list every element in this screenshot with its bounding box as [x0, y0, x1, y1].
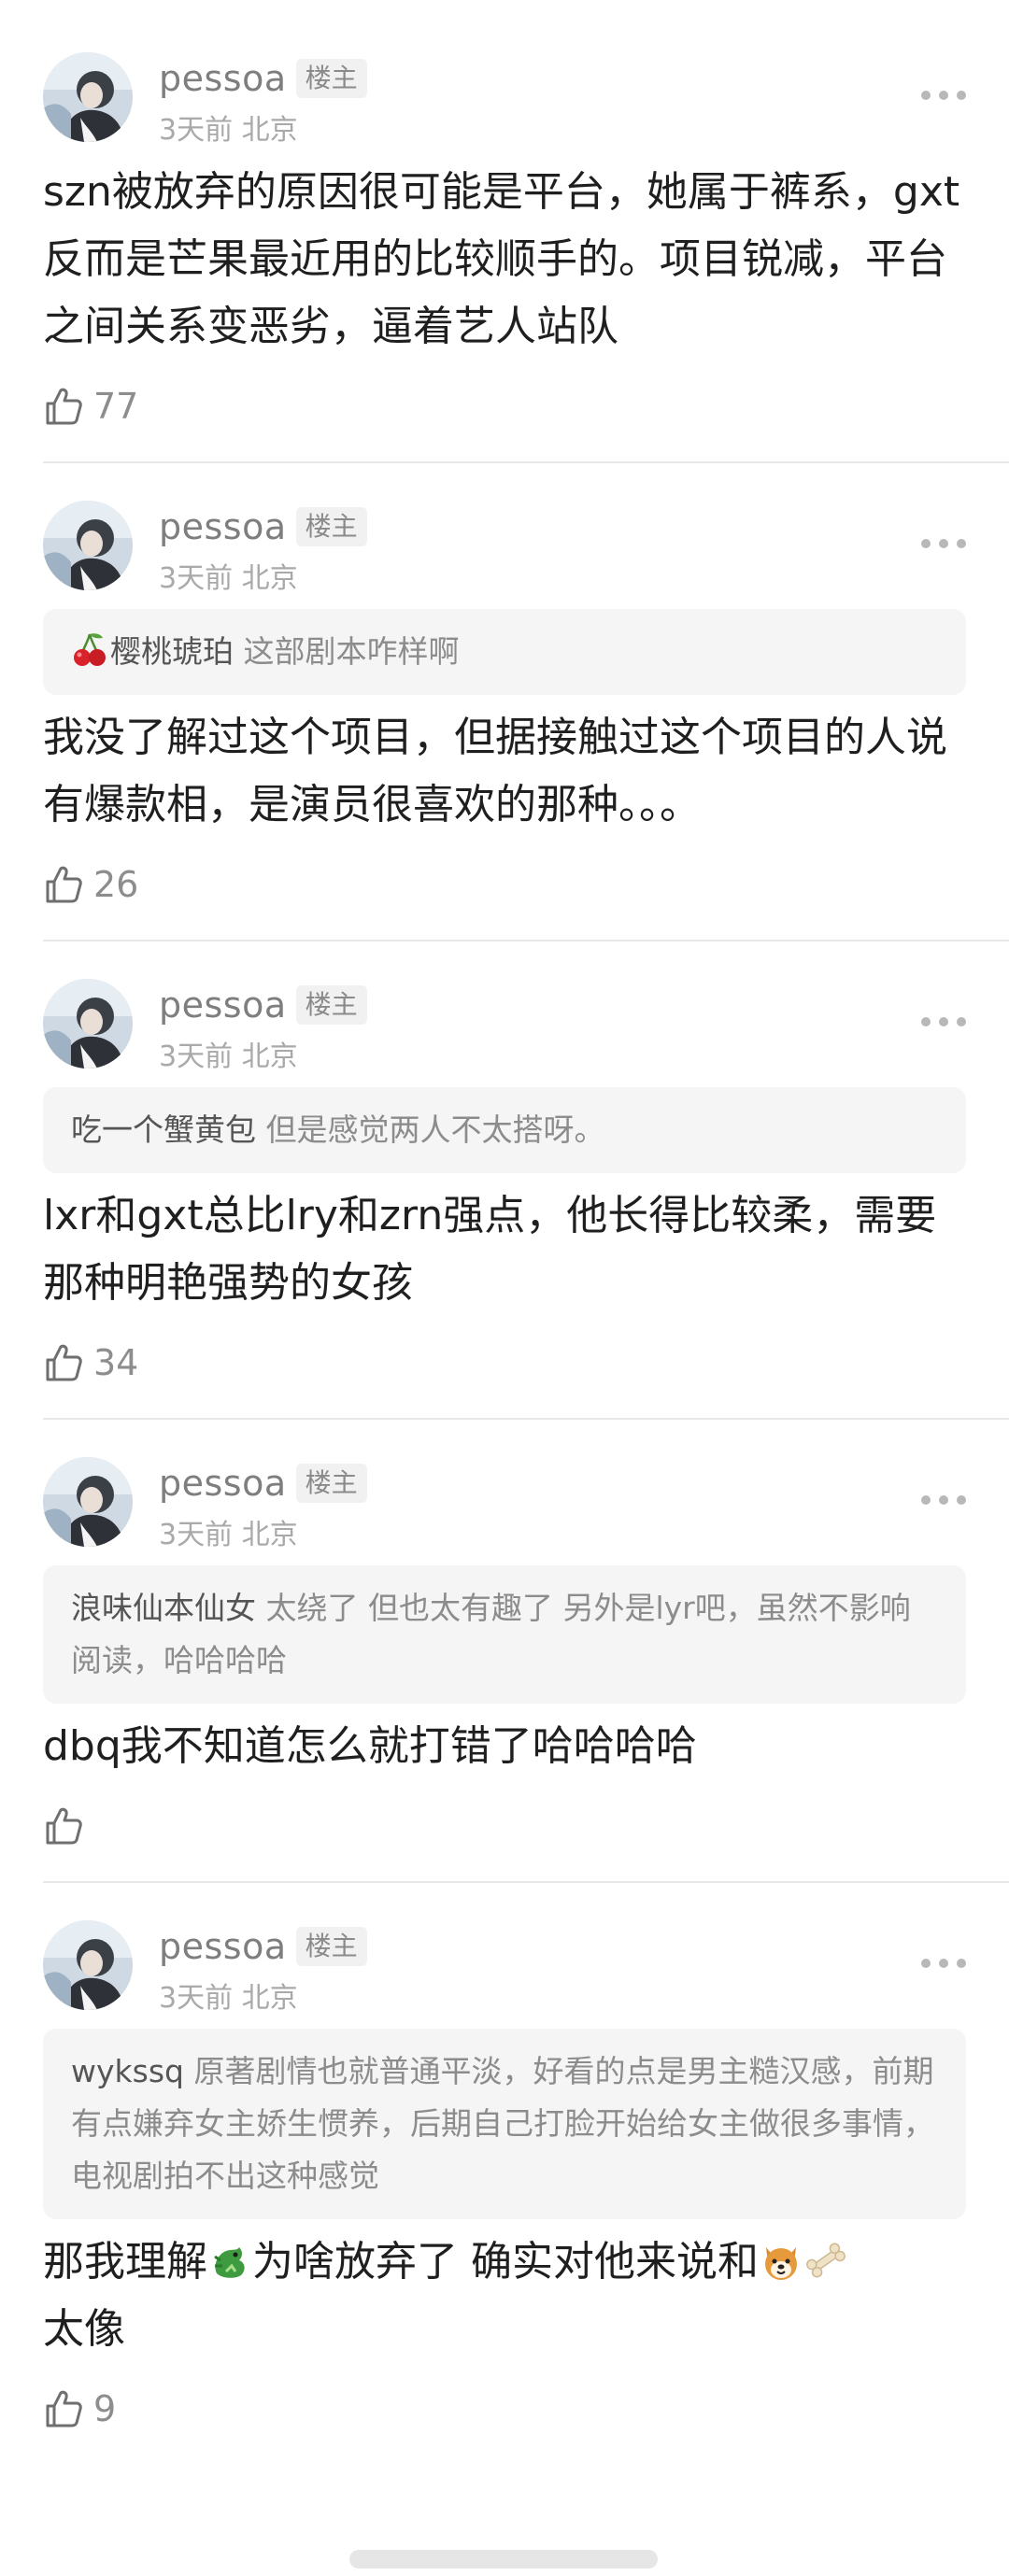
comment-location: 北京 [241, 1040, 298, 1073]
comment-location: 北京 [241, 1519, 298, 1551]
dragon-emoji [214, 2247, 245, 2278]
thumbs-up-icon [43, 386, 84, 427]
more-options-icon[interactable] [921, 1011, 966, 1033]
username[interactable]: pessoa [159, 1926, 287, 1967]
comment-text: 我没了解过这个项目，但据接触过这个项目的人说有爆款相，是演员很喜欢的那种。。。 [43, 714, 947, 828]
avatar[interactable] [43, 1920, 133, 2010]
thumbs-up-icon [43, 1342, 84, 1383]
quoted-username[interactable]: 浪味仙本仙女 [71, 1590, 256, 1626]
home-indicator[interactable] [349, 2550, 658, 2569]
quoted-username[interactable]: 吃一个蟹黄包 [71, 1111, 256, 1148]
divider [43, 940, 1009, 941]
cherry-emoji [74, 633, 106, 666]
quoted-reply[interactable]: wykssq 原著剧情也就普通平淡，好看的点是男主糙汉感，前期有点嫌弃女主娇生惯… [43, 2029, 966, 2219]
avatar[interactable] [43, 52, 133, 142]
comment-meta: 3天前 北京 [159, 1511, 298, 1552]
comment-time: 3天前 [159, 114, 234, 147]
thumbs-up-icon [43, 864, 84, 905]
like-button[interactable]: 77 [43, 374, 966, 439]
comment-time: 3天前 [159, 1040, 234, 1073]
like-count: 34 [93, 1342, 139, 1383]
quoted-username[interactable]: 樱桃琥珀 [110, 633, 234, 670]
divider [43, 1881, 1009, 1883]
comment-text: 那我理解 为啥放弃了 确实对他来说和 太像 [43, 2229, 966, 2363]
more-options-icon[interactable] [921, 1952, 966, 1974]
bone-emoji [806, 2243, 846, 2278]
dog-face-emoji [765, 2247, 797, 2280]
comment-location: 北京 [241, 562, 298, 595]
comment-item: pessoa 楼主 3天前 北京 wykssq 原著剧情也就普通平淡，好看的点是… [0, 1909, 1009, 2442]
comment-text: dbq我不知道怎么就打错了哈哈哈哈 [43, 1722, 697, 1770]
comment-location: 北京 [241, 1982, 298, 2015]
like-button[interactable]: 26 [43, 852, 966, 917]
comment-text-part: 那我理解 [43, 2238, 207, 2286]
comment-item: pessoa 楼主 3天前 北京 樱桃琥珀 这部剧本咋样啊 我没了解过这个项目，… [0, 489, 1009, 917]
username[interactable]: pessoa [159, 506, 287, 547]
quoted-text: 这部剧本咋样啊 [243, 633, 460, 670]
op-badge: 楼主 [295, 1927, 367, 1966]
comment-time: 3天前 [159, 1982, 234, 2015]
comment-text-part: 为啥放弃了 确实对他来说和 [252, 2238, 759, 2286]
quoted-reply[interactable]: 樱桃琥珀 这部剧本咋样啊 [43, 609, 966, 695]
like-button[interactable]: 9 [43, 2376, 966, 2442]
avatar[interactable] [43, 1457, 133, 1547]
quoted-reply[interactable]: 吃一个蟹黄包 但是感觉两人不太搭呀。 [43, 1087, 966, 1173]
comment-item: pessoa 楼主 3天前 北京 szn被放弃的原因很可能是平台，她属于裤系，g… [0, 0, 1009, 439]
avatar[interactable] [43, 979, 133, 1069]
comment-meta: 3天前 北京 [159, 106, 298, 148]
like-count: 77 [93, 386, 139, 427]
thumbs-up-icon [43, 1805, 84, 1847]
op-badge: 楼主 [295, 985, 367, 1025]
comment-item: pessoa 楼主 3天前 北京 吃一个蟹黄包 但是感觉两人不太搭呀。 lxr和… [0, 968, 1009, 1395]
quoted-text: 原著剧情也就普通平淡，好看的点是男主糙汉感，前期有点嫌弃女主娇生惯养，后期自己打… [71, 2053, 934, 2194]
op-badge: 楼主 [295, 59, 367, 98]
thumbs-up-icon [43, 2388, 84, 2429]
comment-location: 北京 [241, 114, 298, 147]
comment-meta: 3天前 北京 [159, 1974, 298, 2016]
avatar[interactable] [43, 501, 133, 590]
username[interactable]: pessoa [159, 1463, 287, 1504]
comment-text: lxr和gxt总比lry和zrn强点，他长得比较柔，需要那种明艳强势的女孩 [43, 1192, 937, 1307]
op-badge: 楼主 [295, 507, 367, 546]
more-options-icon[interactable] [921, 1489, 966, 1511]
more-options-icon[interactable] [921, 532, 966, 555]
quoted-reply[interactable]: 浪味仙本仙女 太绕了 但也太有趣了 另外是lyr吧，虽然不影响阅读，哈哈哈哈 [43, 1565, 966, 1704]
username[interactable]: pessoa [159, 984, 287, 1026]
like-button[interactable] [43, 1793, 966, 1859]
comment-meta: 3天前 北京 [159, 1033, 298, 1074]
like-count: 9 [93, 2388, 117, 2429]
quoted-username[interactable]: wykssq [71, 2053, 184, 2089]
divider [43, 461, 1009, 463]
like-count: 26 [93, 864, 139, 905]
comment-time: 3天前 [159, 562, 234, 595]
more-options-icon[interactable] [921, 84, 966, 106]
op-badge: 楼主 [295, 1464, 367, 1503]
comment-time: 3天前 [159, 1519, 234, 1551]
username[interactable]: pessoa [159, 58, 287, 99]
comment-text: szn被放弃的原因很可能是平台，她属于裤系，gxt反而是芒果最近用的比较顺手的。… [43, 168, 960, 350]
quoted-text: 但是感觉两人不太搭呀。 [265, 1111, 605, 1148]
comment-text-part: 太像 [43, 2305, 125, 2353]
like-button[interactable]: 34 [43, 1330, 966, 1395]
comment-meta: 3天前 北京 [159, 555, 298, 596]
comment-item: pessoa 楼主 3天前 北京 浪味仙本仙女 太绕了 但也太有趣了 另外是ly… [0, 1446, 1009, 1859]
divider [43, 1418, 1009, 1420]
